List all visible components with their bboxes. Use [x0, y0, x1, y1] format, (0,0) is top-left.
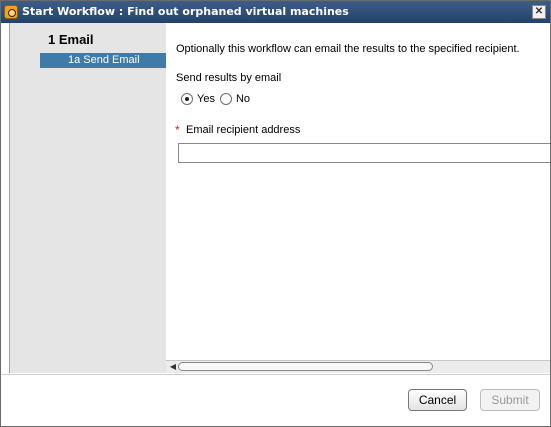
email-recipient-input[interactable]: [178, 143, 550, 163]
step-description: Optionally this workflow can email the r…: [176, 43, 520, 55]
dialog-footer: Cancel Submit: [1, 374, 550, 426]
start-workflow-dialog: Start Workflow : Find out orphaned virtu…: [0, 0, 551, 427]
required-marker: *: [175, 123, 180, 137]
radio-yes-label[interactable]: Yes: [197, 93, 215, 105]
horizontal-scrollbar[interactable]: ◀: [166, 360, 550, 373]
workflow-app-icon: [4, 5, 18, 19]
step-content: Optionally this workflow can email the r…: [166, 23, 550, 360]
step-title: 1 Email: [48, 32, 94, 47]
scroll-left-arrow-icon[interactable]: ◀: [168, 362, 178, 372]
send-results-label: Send results by email: [176, 72, 282, 84]
email-recipient-label: Email recipient address: [186, 124, 301, 136]
send-results-radio-group: Yes No: [181, 93, 255, 107]
title-bar[interactable]: Start Workflow : Find out orphaned virtu…: [1, 1, 550, 23]
sidebar-item-send-email[interactable]: 1a Send Email: [40, 53, 166, 68]
submit-button[interactable]: Submit: [480, 389, 540, 411]
radio-yes[interactable]: [181, 93, 193, 106]
close-icon[interactable]: ✕: [532, 5, 546, 19]
radio-no-label[interactable]: No: [236, 93, 250, 105]
dialog-body: 1 Email 1a Send Email Optionally this wo…: [9, 23, 550, 373]
window-title: Start Workflow : Find out orphaned virtu…: [22, 5, 349, 18]
cancel-button[interactable]: Cancel: [408, 389, 467, 411]
scrollbar-thumb[interactable]: [178, 362, 433, 371]
radio-no[interactable]: [219, 93, 232, 106]
steps-sidebar: 1 Email 1a Send Email: [10, 23, 166, 373]
